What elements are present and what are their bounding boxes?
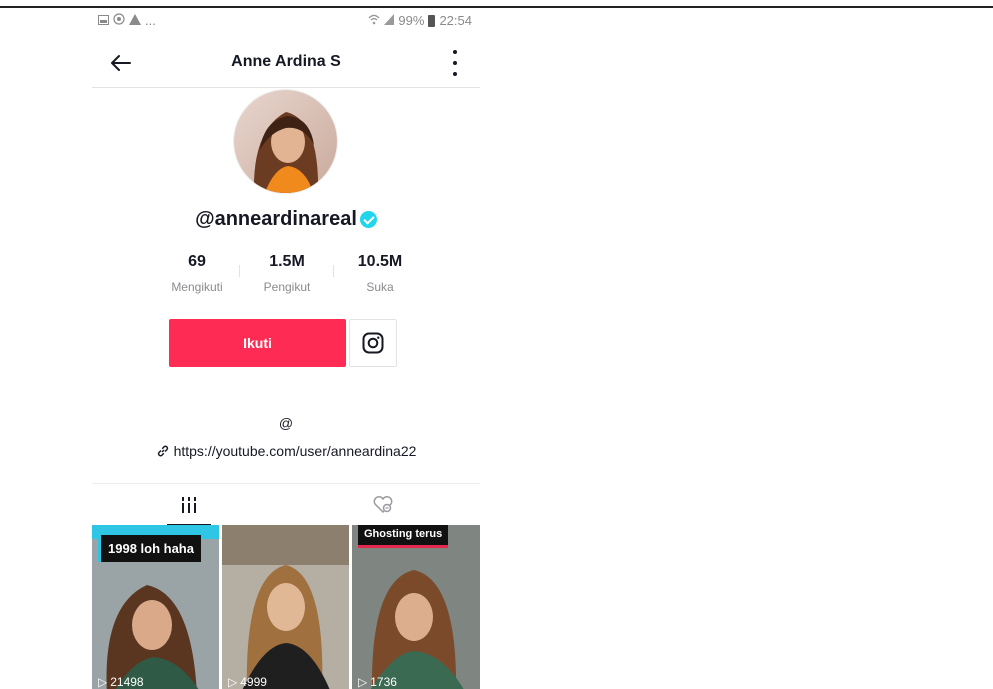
status-right: 99% 22:54: [368, 13, 472, 28]
video-play-count: ▷ 1736: [358, 675, 397, 689]
video-caption: Ghosting terus: [358, 525, 449, 548]
clock: 22:54: [439, 13, 472, 28]
battery-percent: 99%: [398, 13, 425, 28]
stat-following-label: Mengikuti: [171, 280, 223, 294]
stat-divider: [239, 265, 240, 277]
stat-following[interactable]: 69 Mengikuti: [152, 253, 242, 294]
stat-divider: [333, 265, 334, 277]
status-ellipsis: ...: [145, 13, 156, 28]
page-title: Anne Ardina S: [231, 53, 341, 70]
follow-button[interactable]: Ikuti: [169, 319, 346, 367]
stat-followers[interactable]: 1.5M Pengikut: [242, 253, 332, 294]
tab-liked[interactable]: [286, 484, 480, 526]
battery-icon: [428, 14, 436, 27]
link-icon: [156, 444, 170, 461]
video-play-count: ▷ 21498: [98, 675, 144, 689]
profile-bio: @: [278, 415, 294, 431]
wifi-icon: [368, 14, 380, 28]
stat-likes[interactable]: 10.5M Suka: [335, 253, 425, 294]
stat-likes-label: Suka: [366, 280, 394, 294]
video-thumbnail[interactable]: 1998 loh haha ▷ 21498: [92, 525, 219, 689]
avatar[interactable]: [233, 89, 338, 194]
video-play-count: ▷ 4999: [228, 675, 267, 689]
dot-icon: [453, 72, 457, 76]
dot-icon: [453, 61, 457, 65]
verified-icon: [359, 211, 377, 228]
more-options-button[interactable]: [450, 50, 460, 76]
video-grid: 1998 loh haha ▷ 21498 ▷ 4999 Ghosting te…: [92, 525, 480, 689]
username-row: @anneardinareal: [92, 208, 480, 231]
signal-icon: [384, 13, 395, 28]
instagram-icon: [362, 332, 384, 354]
phone-screen: ... 99% 22:54 Anne Ardina S @anneardinar…: [92, 8, 480, 689]
instagram-button[interactable]: [349, 319, 397, 367]
video-caption: 1998 loh haha: [98, 535, 201, 562]
video-play-count-value: 21498: [110, 675, 144, 689]
app-header: Anne Ardina S: [92, 38, 480, 88]
tab-videos[interactable]: [92, 484, 286, 526]
play-icon: ▷: [228, 675, 238, 689]
profile-link-text: https://youtube.com/user/anneardina22: [173, 443, 417, 459]
alert-icon: [129, 13, 141, 28]
video-thumbnail[interactable]: ▷ 4999: [222, 525, 349, 689]
videos-grid-icon: [182, 497, 196, 513]
dot-icon: [453, 50, 457, 54]
video-thumbnail[interactable]: Ghosting terus ▷ 1736: [352, 525, 480, 689]
play-icon: ▷: [358, 675, 368, 689]
username: @anneardinareal: [195, 208, 357, 230]
stat-followers-value: 1.5M: [269, 253, 305, 270]
gallery-icon: [98, 14, 109, 28]
video-play-count-value: 4999: [240, 675, 267, 689]
profile-tabs: [92, 483, 480, 526]
profile-link[interactable]: https://youtube.com/user/anneardina22: [92, 443, 480, 461]
video-play-count-value: 1736: [370, 675, 397, 689]
whatsapp-icon: [113, 13, 125, 28]
profile-stats: 69 Mengikuti 1.5M Pengikut 10.5M Suka: [152, 253, 422, 303]
status-bar: ... 99% 22:54: [92, 8, 480, 34]
stat-followers-label: Pengikut: [263, 280, 311, 294]
stat-likes-value: 10.5M: [357, 253, 403, 270]
stat-following-value: 69: [188, 253, 206, 270]
status-left: ...: [98, 13, 156, 28]
play-icon: ▷: [98, 675, 108, 689]
liked-heart-icon: [373, 496, 393, 514]
